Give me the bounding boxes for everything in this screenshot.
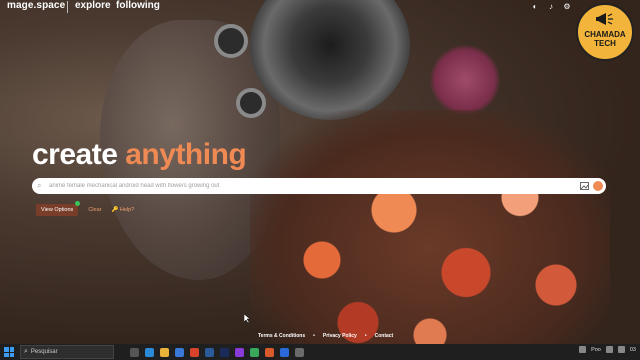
nav-following[interactable]: following bbox=[116, 0, 160, 11]
weather-text: Poo bbox=[591, 346, 601, 353]
settings-icon[interactable]: ⚙ bbox=[562, 2, 572, 12]
app-icon[interactable] bbox=[250, 347, 259, 357]
page-headline: create anything bbox=[32, 138, 247, 172]
chrome-icon[interactable] bbox=[190, 347, 199, 357]
help-label: Help? bbox=[119, 207, 135, 213]
footer-separator: • bbox=[313, 333, 315, 339]
taskbar-search-placeholder: Pesquisar bbox=[30, 349, 58, 355]
prompt-input[interactable]: anime female mechanical android head wit… bbox=[49, 183, 580, 189]
terms-link[interactable]: Terms & Conditions bbox=[258, 333, 305, 339]
headline-create: create bbox=[32, 138, 118, 171]
system-tray: Poo 03 bbox=[579, 346, 636, 353]
chamada-tech-badge: CHAMADA TECH bbox=[576, 3, 634, 61]
taskbar-apps bbox=[130, 347, 304, 357]
word-icon[interactable] bbox=[205, 347, 214, 357]
weather-icon[interactable] bbox=[579, 346, 587, 353]
volume-icon[interactable] bbox=[617, 346, 625, 353]
options-row: View Options Clear 🔑 Help? bbox=[36, 201, 134, 216]
bell-icon[interactable]: ♪ bbox=[546, 2, 556, 12]
nav-explore[interactable]: explore bbox=[75, 0, 111, 11]
edge-icon[interactable] bbox=[145, 347, 154, 357]
flower-art bbox=[430, 45, 500, 115]
app-icon[interactable] bbox=[280, 347, 289, 357]
privacy-link[interactable]: Privacy Policy bbox=[323, 333, 357, 339]
help-button[interactable]: 🔑 Help? bbox=[111, 207, 134, 213]
divider bbox=[67, 1, 68, 13]
search-icon: ⌕ bbox=[24, 348, 28, 355]
footer-separator: • bbox=[364, 333, 367, 339]
network-icon[interactable] bbox=[605, 346, 613, 353]
generate-button[interactable] bbox=[593, 181, 603, 191]
clear-button[interactable]: Clear bbox=[88, 207, 101, 213]
headline-anything: anything bbox=[125, 138, 247, 171]
moon-icon[interactable]: ◐ bbox=[530, 2, 540, 12]
windows-start-icon[interactable] bbox=[4, 347, 14, 357]
photoshop-icon[interactable] bbox=[220, 347, 229, 357]
file-explorer-icon[interactable] bbox=[160, 347, 169, 357]
view-options-label: View Options bbox=[41, 207, 74, 213]
hero-background bbox=[0, 0, 640, 344]
app-icon[interactable] bbox=[265, 347, 274, 357]
clock[interactable]: 03 bbox=[630, 347, 636, 353]
windows-taskbar: ⌕ Pesquisar Poo 03 bbox=[0, 344, 640, 360]
store-icon[interactable] bbox=[175, 347, 184, 357]
gear-art bbox=[214, 24, 248, 58]
status-dot bbox=[75, 201, 81, 206]
mouse-cursor-icon bbox=[244, 314, 250, 323]
app-icon[interactable] bbox=[295, 347, 304, 357]
flowers-art bbox=[250, 110, 610, 344]
contact-link[interactable]: Contact bbox=[375, 333, 394, 339]
app-icon[interactable] bbox=[235, 347, 244, 357]
task-view-icon[interactable] bbox=[130, 347, 139, 357]
taskbar-search-box[interactable]: ⌕ Pesquisar bbox=[20, 345, 114, 359]
footer-links: Terms & Conditions • Privacy Policy • Co… bbox=[258, 333, 393, 339]
image-upload-icon[interactable] bbox=[580, 182, 589, 190]
help-icon: 🔑 bbox=[111, 207, 119, 213]
prompt-search-bar[interactable]: ⌕ anime female mechanical android head w… bbox=[32, 178, 606, 194]
view-options-button[interactable]: View Options bbox=[36, 201, 81, 216]
site-logo[interactable]: mage.space bbox=[7, 0, 65, 11]
badge-line-2: TECH bbox=[594, 39, 616, 48]
search-icon: ⌕ bbox=[37, 181, 42, 190]
badge-line-1: CHAMADA bbox=[584, 30, 626, 39]
megaphone-icon bbox=[596, 13, 613, 25]
